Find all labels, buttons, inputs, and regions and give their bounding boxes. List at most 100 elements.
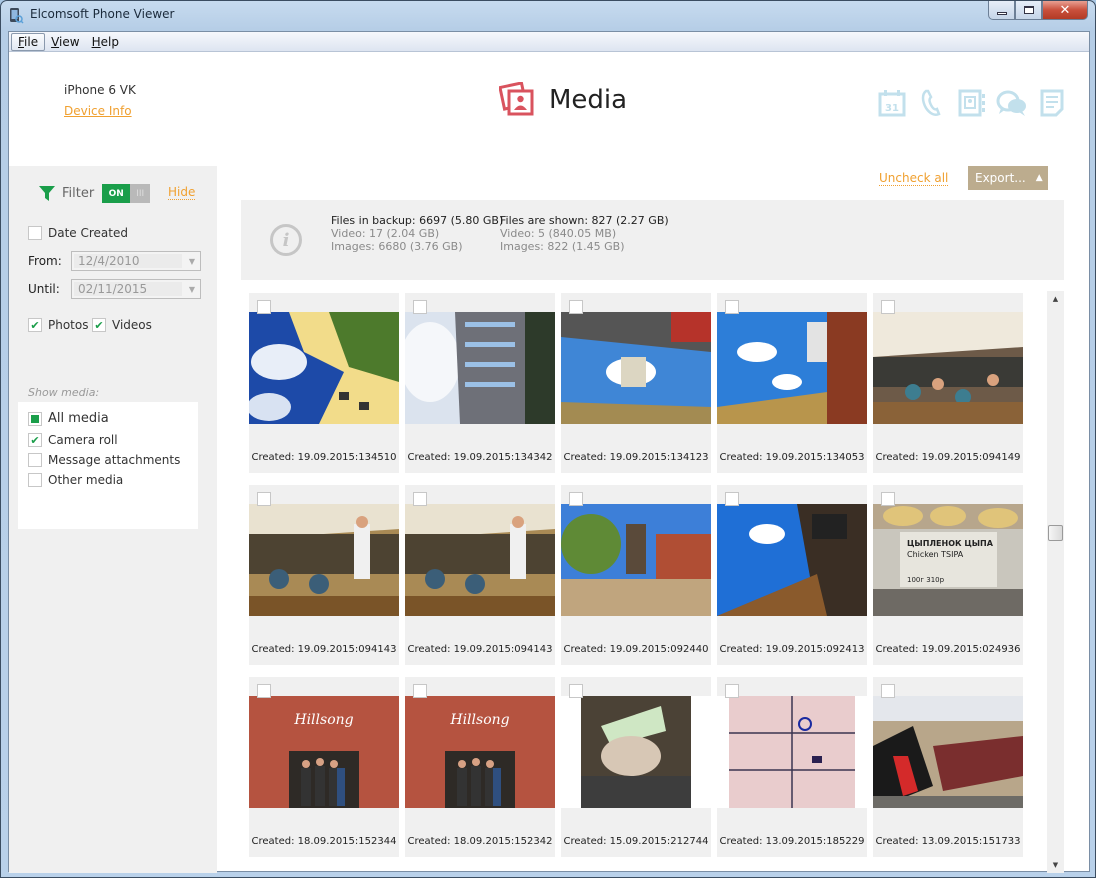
media-tile[interactable]: Created: 19.09.2015:092440: [561, 485, 711, 665]
media-thumbnail-stadium-banner[interactable]: [873, 696, 1023, 808]
media-tile[interactable]: Hillsong Created: 18.09.2015:152342: [405, 677, 555, 857]
calls-button[interactable]: [912, 86, 952, 120]
photos-checkbox[interactable]: ✔: [28, 318, 42, 332]
notes-button[interactable]: [1032, 86, 1072, 120]
media-thumbnail-cafe-waitress[interactable]: [249, 504, 399, 616]
contacts-button[interactable]: [952, 86, 992, 120]
media-tile[interactable]: Created: 19.09.2015:134342: [405, 293, 555, 473]
chevron-down-icon[interactable]: ▼: [184, 257, 200, 266]
media-tile[interactable]: Created: 13.09.2015:151733: [873, 677, 1023, 857]
media-tile-checkbox[interactable]: [257, 492, 271, 506]
until-date-picker[interactable]: 02/11/2015 ▼: [71, 279, 201, 299]
calendar-day: 31: [885, 103, 899, 114]
vertical-scrollbar[interactable]: ▲ ▼: [1047, 291, 1064, 873]
calendar-icon: 31: [878, 90, 906, 117]
media-thumbnail-cafe-waitress[interactable]: [405, 504, 555, 616]
media-tile[interactable]: Created: 19.09.2015:094143: [249, 485, 399, 665]
media-thumbnail-cafe-terrace[interactable]: [873, 312, 1023, 424]
media-option-all[interactable]: All media: [28, 411, 109, 426]
media-tile[interactable]: Hillsong Created: 18.09.2015:152344: [249, 677, 399, 857]
media-tile[interactable]: Created: 19.09.2015:134510: [249, 293, 399, 473]
videos-checkbox[interactable]: ✔: [92, 318, 106, 332]
scroll-down-icon[interactable]: ▼: [1047, 859, 1064, 871]
media-tile[interactable]: Created: 19.09.2015:134123: [561, 293, 711, 473]
media-tile[interactable]: Created: 19.09.2015:134053: [717, 293, 867, 473]
media-tile-checkbox[interactable]: [413, 684, 427, 698]
minimize-button[interactable]: [988, 1, 1015, 20]
title-bar[interactable]: Elcomsoft Phone Viewer ✕: [1, 1, 1095, 29]
calendar-button[interactable]: 31: [872, 86, 912, 120]
media-thumbnail-ticket-in-hand[interactable]: [561, 696, 711, 808]
message-attachments-checkbox[interactable]: [28, 453, 42, 467]
date-created-checkbox[interactable]: [28, 226, 42, 240]
camera-roll-checkbox[interactable]: ✔: [28, 433, 42, 447]
backup-images: Images: 6680 (3.76 GB): [331, 240, 463, 253]
media-thumbnail-building-ivy-sky[interactable]: [249, 312, 399, 424]
until-label: Until:: [28, 282, 60, 296]
media-tile-checkbox[interactable]: [413, 492, 427, 506]
from-date-picker[interactable]: 12/4/2010 ▼: [71, 251, 201, 271]
media-tile-checkbox[interactable]: [257, 684, 271, 698]
other-media-checkbox[interactable]: [28, 473, 42, 487]
export-button[interactable]: Export... ▲: [968, 166, 1048, 190]
media-tile[interactable]: Created: 15.09.2015:212744: [561, 677, 711, 857]
media-thumbnail-hillsong-brick-wall[interactable]: Hillsong: [405, 696, 555, 808]
media-option-label: Message attachments: [48, 453, 181, 467]
media-thumbnail-questionnaire-paper[interactable]: [717, 696, 867, 808]
chevron-down-icon[interactable]: ▼: [184, 285, 200, 294]
restore-icon: [1023, 6, 1034, 14]
photos-option[interactable]: ✔ Photos: [28, 318, 88, 332]
media-caption: Created: 19.09.2015:094149: [875, 452, 1021, 463]
messages-icon: [996, 90, 1026, 116]
app-window: Elcomsoft Phone Viewer ✕ File View Help …: [0, 0, 1096, 878]
toggle-handle: III: [130, 184, 151, 203]
media-thumbnail-street-rotated[interactable]: [717, 504, 867, 616]
filter-toggle[interactable]: ON III: [102, 184, 151, 203]
price-tag-price: 100г 310р: [907, 576, 945, 584]
media-tile[interactable]: Created: 19.09.2015:094143: [405, 485, 555, 665]
media-tile-checkbox[interactable]: [569, 300, 583, 314]
maximize-button[interactable]: [1015, 1, 1042, 20]
hide-filter-link[interactable]: Hide: [168, 185, 196, 200]
shown-total: Files are shown: 827 (2.27 GB): [500, 214, 669, 227]
date-created-option[interactable]: Date Created: [28, 226, 128, 240]
media-thumbnail-square-rotated-blue-sky[interactable]: [717, 312, 867, 424]
media-tile[interactable]: Created: 13.09.2015:185229: [717, 677, 867, 857]
media-tile[interactable]: ЦЫПЛЕНОК ЦЫПА Chicken TSIPA 100г 310р Creat…: [873, 485, 1023, 665]
media-tile-checkbox[interactable]: [569, 492, 583, 506]
media-tile-checkbox[interactable]: [569, 684, 583, 698]
media-tile-checkbox[interactable]: [413, 300, 427, 314]
media-option-message-attachments[interactable]: Message attachments: [28, 453, 180, 467]
close-button[interactable]: ✕: [1042, 1, 1088, 20]
media-tile-checkbox[interactable]: [881, 492, 895, 506]
media-tile-checkbox[interactable]: [881, 684, 895, 698]
uncheck-all-link[interactable]: Uncheck all: [879, 171, 949, 186]
menu-view[interactable]: View: [45, 34, 85, 50]
device-info-link[interactable]: Device Info: [64, 104, 132, 118]
videos-option[interactable]: ✔ Videos: [92, 318, 152, 332]
media-tile[interactable]: Created: 19.09.2015:092413: [717, 485, 867, 665]
media-tile[interactable]: Created: 19.09.2015:094149: [873, 293, 1023, 473]
scrollbar-thumb[interactable]: [1048, 525, 1063, 541]
media-option-label: Camera roll: [48, 433, 118, 447]
menu-help[interactable]: Help: [86, 34, 125, 50]
media-option-camera-roll[interactable]: ✔ Camera roll: [28, 433, 118, 447]
media-thumbnail-street-square[interactable]: [561, 504, 711, 616]
messages-button[interactable]: [992, 86, 1032, 120]
all-media-checkbox[interactable]: [28, 411, 42, 426]
menu-file[interactable]: File: [11, 32, 46, 51]
media-thumbnail-tall-building-clouds[interactable]: [405, 312, 555, 424]
media-tile-checkbox[interactable]: [725, 684, 739, 698]
scroll-up-icon[interactable]: ▲: [1047, 293, 1064, 305]
media-tile-checkbox[interactable]: [257, 300, 271, 314]
media-caption: Created: 19.09.2015:094143: [407, 644, 553, 655]
menu-file-label: ile: [24, 34, 39, 49]
media-tile-checkbox[interactable]: [881, 300, 895, 314]
media-tile-checkbox[interactable]: [725, 492, 739, 506]
media-thumbnail-hillsong-brick-wall[interactable]: Hillsong: [249, 696, 399, 808]
media-thumbnail-square-rotated-sky[interactable]: [561, 312, 711, 424]
media-option-other[interactable]: Other media: [28, 473, 123, 487]
media-thumbnail-price-tag-chicken[interactable]: ЦЫПЛЕНОК ЦЫПА Chicken TSIPA 100г 310р: [873, 504, 1023, 616]
date-created-label: Date Created: [48, 226, 128, 240]
media-tile-checkbox[interactable]: [725, 300, 739, 314]
